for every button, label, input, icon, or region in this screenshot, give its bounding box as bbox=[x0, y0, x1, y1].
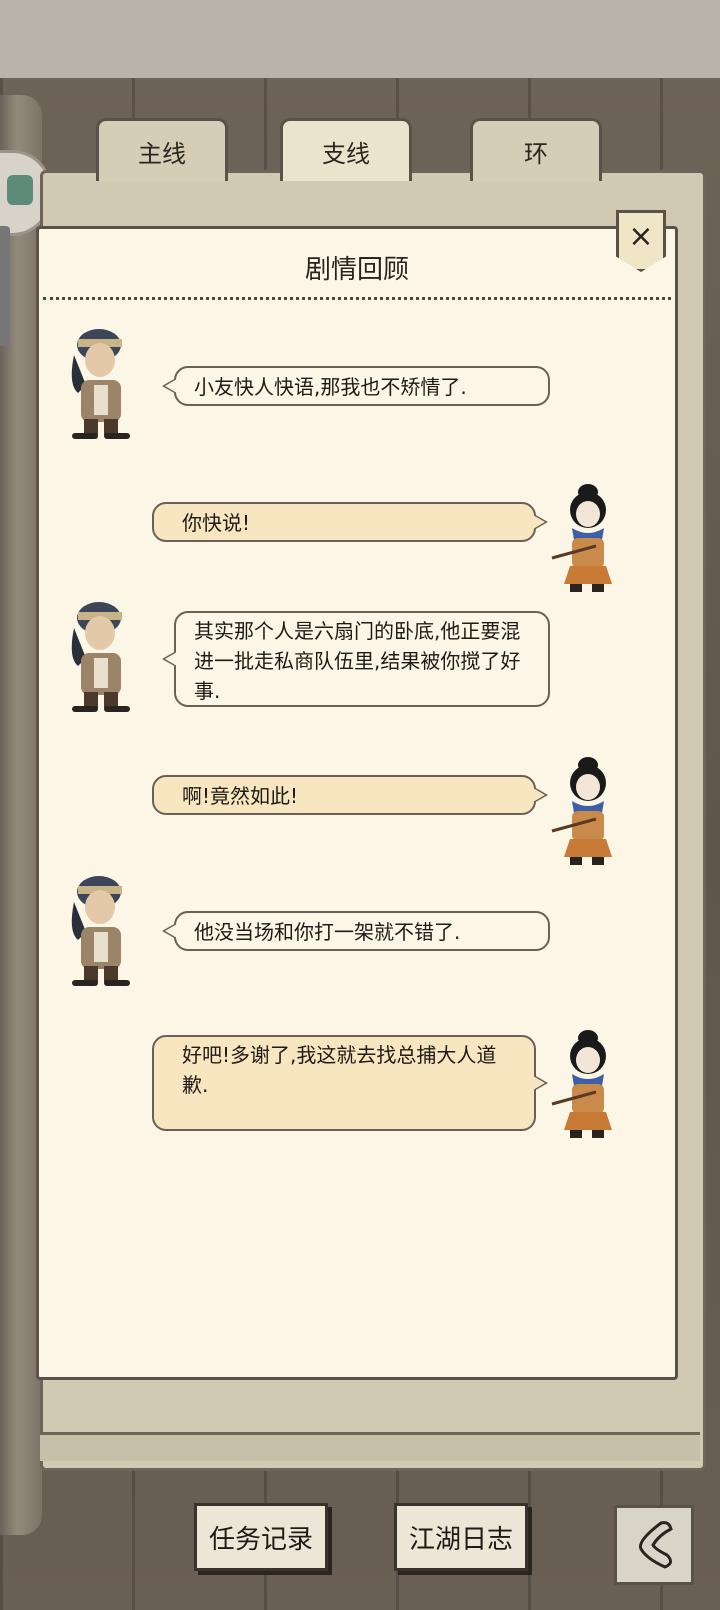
heroine-avatar bbox=[551, 484, 612, 592]
dialogue-bubble: 啊!竟然如此! bbox=[152, 775, 548, 815]
edge-handle[interactable] bbox=[0, 226, 10, 346]
tab-side[interactable]: 支线 bbox=[280, 118, 412, 181]
heroine-avatar bbox=[551, 1030, 612, 1138]
tab-ring[interactable]: 环 bbox=[470, 118, 602, 181]
jianghu-diary-button[interactable]: 江湖日志 bbox=[394, 1503, 528, 1571]
scroll-bottom-band bbox=[40, 1432, 700, 1461]
title-divider bbox=[43, 297, 671, 300]
tab-main[interactable]: 主线 bbox=[96, 118, 228, 181]
elder-avatar bbox=[71, 876, 130, 986]
elder-avatar bbox=[71, 329, 130, 439]
dialogue-bubble: 小友快人快语,那我也不矫情了. bbox=[162, 366, 550, 406]
panel-title: 剧情回顾 bbox=[304, 255, 409, 285]
quest-log-button[interactable]: 任务记录 bbox=[194, 1503, 328, 1571]
heroine-avatar bbox=[551, 757, 612, 865]
close-icon: × bbox=[628, 219, 654, 254]
dialogue-bubble: 他没当场和你打一架就不错了. bbox=[162, 911, 550, 951]
back-button[interactable] bbox=[614, 1505, 694, 1585]
dialogue-bubble: 其实那个人是六扇门的卧底,他正要混进一批走私商队伍里,结果被你搅了好事. bbox=[162, 611, 550, 707]
status-bar bbox=[0, 0, 720, 78]
badge-icon bbox=[7, 175, 33, 205]
dialogue-bubble: 好吧!多谢了,我这就去找总捕大人道歉. bbox=[152, 1035, 548, 1131]
dialogue-bubble: 你快说! bbox=[152, 502, 548, 542]
back-arrow-icon bbox=[638, 1521, 673, 1569]
elder-avatar bbox=[71, 602, 130, 712]
